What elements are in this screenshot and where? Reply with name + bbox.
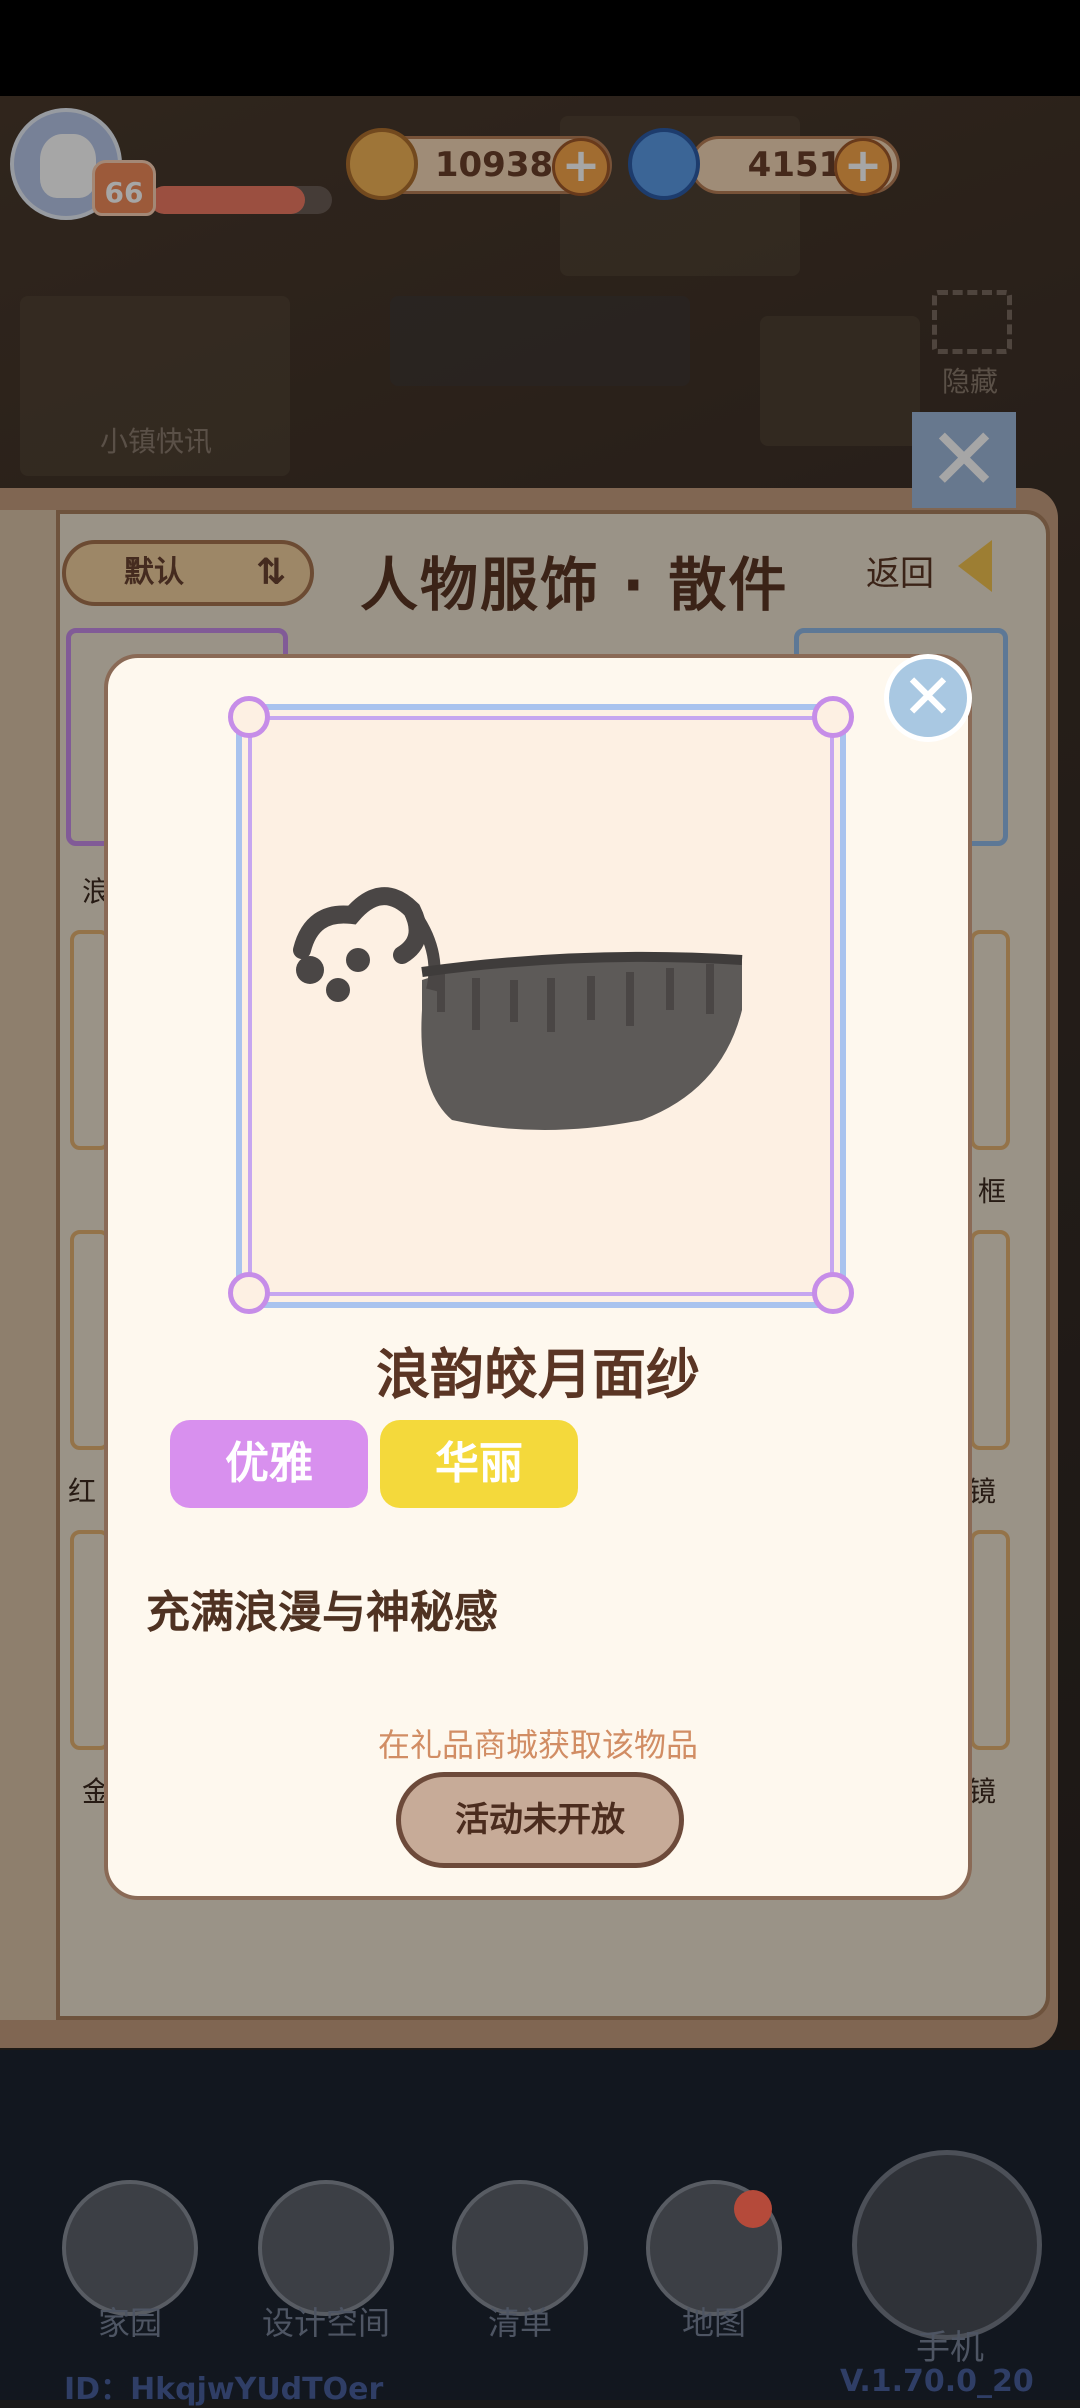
item-description: 充满浪漫与神秘感 bbox=[146, 1587, 498, 1638]
item-source-text: 在礼品商城获取该物品 bbox=[377, 1726, 698, 1764]
frame-corner-ornament bbox=[812, 1272, 854, 1314]
user-id: ID：HkqjwYUdTOer bbox=[64, 2372, 384, 2407]
frame-corner-ornament bbox=[228, 1272, 270, 1314]
nav-home-label: 家园 bbox=[97, 2304, 162, 2342]
nav-home-button[interactable] bbox=[62, 2180, 198, 2316]
nav-list-button[interactable] bbox=[452, 2180, 588, 2316]
style-tag: 华丽 bbox=[380, 1420, 578, 1508]
status-bar bbox=[0, 0, 1080, 96]
frame-corner-ornament bbox=[228, 696, 270, 738]
item-name: 浪韵皎月面纱 bbox=[376, 1343, 700, 1406]
item-preview-frame bbox=[236, 704, 846, 1308]
nav-design-label: 设计空间 bbox=[261, 2304, 390, 2342]
phone-button[interactable] bbox=[852, 2150, 1042, 2340]
modal-close-button[interactable]: ✕ bbox=[884, 654, 972, 742]
veil-item-icon bbox=[293, 887, 743, 1130]
nav-design-button[interactable] bbox=[258, 2180, 394, 2316]
version-label: V.1.70.0_20 bbox=[840, 2364, 1034, 2399]
style-tag: 优雅 bbox=[170, 1420, 368, 1508]
notification-dot bbox=[734, 2190, 772, 2228]
nav-map-label: 地图 bbox=[681, 2304, 746, 2342]
nav-list-label: 清单 bbox=[487, 2304, 552, 2342]
phone-label: 手机 bbox=[916, 2328, 984, 2368]
frame-corner-ornament bbox=[812, 696, 854, 738]
event-not-open-button[interactable]: 活动未开放 bbox=[396, 1772, 684, 1868]
